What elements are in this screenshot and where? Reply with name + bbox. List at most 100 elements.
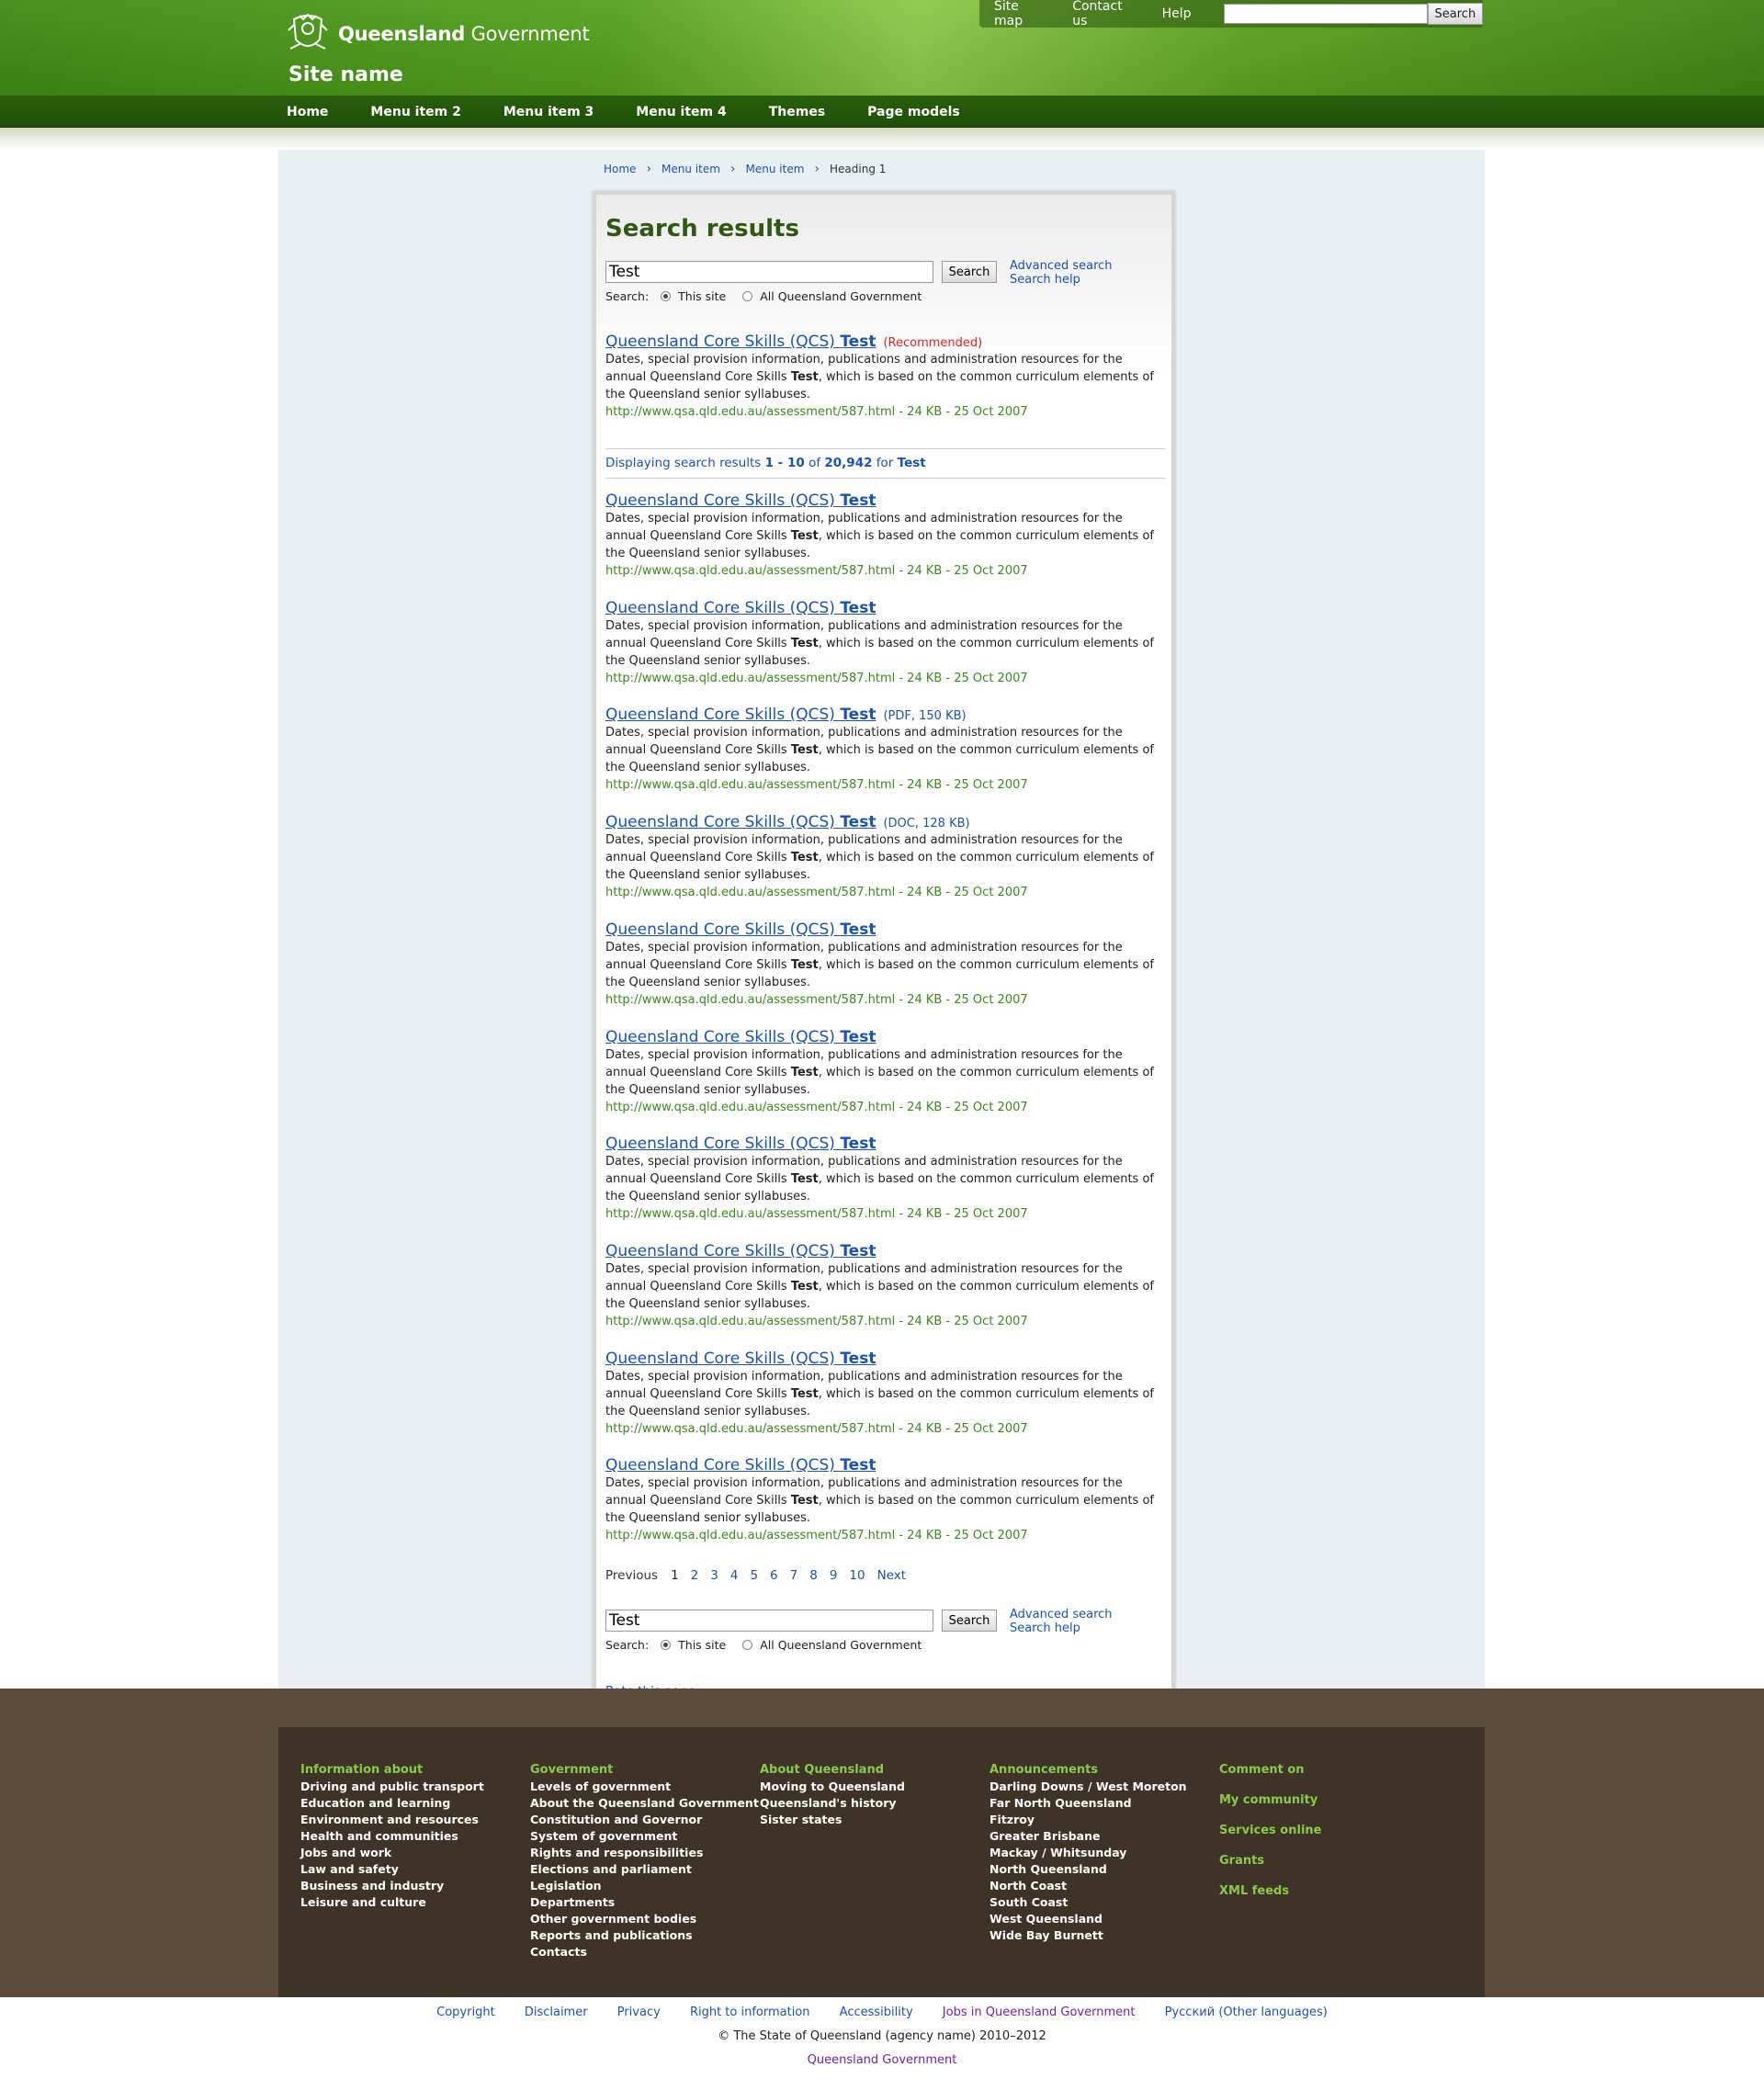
footer-link[interactable]: Queensland's history bbox=[760, 1795, 905, 1812]
footer-link[interactable]: Wide Bay Burnett bbox=[989, 1927, 1187, 1944]
pager-page-link[interactable]: 10 bbox=[849, 1568, 865, 1583]
result-title-link[interactable]: Queensland Core Skills (QCS) Test bbox=[605, 1028, 876, 1046]
radio-this-site[interactable] bbox=[661, 291, 672, 301]
nav-item-menu-3[interactable]: Menu item 3 bbox=[503, 105, 594, 119]
pager-next[interactable]: Next bbox=[877, 1568, 906, 1583]
copyright-link[interactable]: Copyright bbox=[436, 2005, 495, 2019]
advanced-search-link[interactable]: Advanced search bbox=[1010, 259, 1113, 273]
search-button-bottom[interactable]: Search bbox=[942, 1610, 997, 1632]
breadcrumb-home[interactable]: Home bbox=[604, 163, 636, 175]
radio-all-qld-gov[interactable] bbox=[742, 1640, 753, 1650]
nav-item-page-models[interactable]: Page models bbox=[867, 105, 960, 119]
pager-page-link[interactable]: 2 bbox=[691, 1568, 699, 1583]
footer-link[interactable]: Jobs and work bbox=[300, 1845, 484, 1861]
nav-item-home[interactable]: Home bbox=[287, 105, 328, 119]
footer-heading[interactable]: Information about bbox=[300, 1762, 484, 1779]
contact-us-link[interactable]: Contact us bbox=[1072, 0, 1138, 28]
footer-link[interactable]: Education and learning bbox=[300, 1795, 484, 1812]
header-search-input[interactable] bbox=[1223, 4, 1428, 24]
pager-page-link[interactable]: 3 bbox=[710, 1568, 718, 1583]
privacy-link[interactable]: Privacy bbox=[617, 2005, 661, 2019]
result-title-link[interactable]: Queensland Core Skills (QCS) Test bbox=[605, 1135, 876, 1153]
result-title-link[interactable]: Queensland Core Skills (QCS) Test bbox=[605, 921, 876, 939]
footer-link[interactable]: Rights and responsibilities bbox=[530, 1845, 759, 1861]
result-title-link[interactable]: Queensland Core Skills (QCS) Test bbox=[605, 1456, 876, 1474]
footer-link[interactable]: Greater Brisbane bbox=[989, 1828, 1187, 1845]
footer-link[interactable]: Sister states bbox=[760, 1812, 905, 1828]
footer-link[interactable]: Elections and parliament bbox=[530, 1861, 759, 1878]
footer-link[interactable]: Mackay / Whitsunday bbox=[989, 1845, 1187, 1861]
footer-link[interactable]: Health and communities bbox=[300, 1828, 484, 1845]
footer-link[interactable]: Reports and publications bbox=[530, 1927, 759, 1944]
result-title-link[interactable]: Queensland Core Skills (QCS) Test bbox=[605, 813, 876, 831]
footer-link[interactable]: Fitzroy bbox=[989, 1812, 1187, 1828]
other-languages-link[interactable]: Русский (Other languages) bbox=[1165, 2005, 1328, 2019]
footer-link[interactable]: About the Queensland Government bbox=[530, 1795, 759, 1812]
footer-link[interactable]: Darling Downs / West Moreton bbox=[989, 1779, 1187, 1795]
footer-link[interactable]: XML feeds bbox=[1219, 1883, 1321, 1900]
footer-link[interactable]: Far North Queensland bbox=[989, 1795, 1187, 1812]
footer-link[interactable]: Moving to Queensland bbox=[760, 1779, 905, 1795]
site-map-link[interactable]: Site map bbox=[994, 0, 1049, 28]
header-search-button[interactable]: Search bbox=[1427, 3, 1484, 25]
footer-link[interactable]: Leisure and culture bbox=[300, 1894, 484, 1911]
footer-link[interactable]: West Queensland bbox=[989, 1911, 1187, 1927]
result-title-link[interactable]: Queensland Core Skills (QCS) Test bbox=[605, 706, 876, 724]
footer-link[interactable]: Departments bbox=[530, 1894, 759, 1911]
result-title-link[interactable]: Queensland Core Skills (QCS) Test bbox=[605, 599, 876, 617]
footer-link[interactable]: Law and safety bbox=[300, 1861, 484, 1878]
pager-page-link[interactable]: 7 bbox=[790, 1568, 798, 1583]
nav-item-menu-4[interactable]: Menu item 4 bbox=[636, 105, 726, 119]
pager-page-link[interactable]: 8 bbox=[809, 1568, 818, 1583]
footer-link[interactable]: Contacts bbox=[530, 1944, 759, 1960]
footer-link[interactable]: Services online bbox=[1219, 1823, 1321, 1839]
pager-page-link[interactable]: 6 bbox=[770, 1568, 778, 1583]
result-title-link[interactable]: Queensland Core Skills (QCS) Test bbox=[605, 333, 876, 351]
qld-gov-logo[interactable]: Queensland Government bbox=[285, 12, 590, 56]
footer-link[interactable]: System of government bbox=[530, 1828, 759, 1845]
footer-link[interactable]: Environment and resources bbox=[300, 1812, 484, 1828]
search-help-link[interactable]: Search help bbox=[1010, 273, 1113, 287]
search-input[interactable] bbox=[605, 261, 933, 283]
radio-this-site[interactable] bbox=[661, 1640, 672, 1650]
footer-link[interactable]: Levels of government bbox=[530, 1779, 759, 1795]
jobs-link[interactable]: Jobs in Queensland Government bbox=[943, 2005, 1136, 2019]
result-title-link[interactable]: Queensland Core Skills (QCS) Test bbox=[605, 1350, 876, 1368]
search-input-bottom[interactable] bbox=[605, 1610, 933, 1632]
help-link[interactable]: Help bbox=[1162, 6, 1192, 21]
footer-link[interactable]: North Queensland bbox=[989, 1861, 1187, 1878]
result-title-link[interactable]: Queensland Core Skills (QCS) Test bbox=[605, 491, 876, 510]
nav-item-menu-2[interactable]: Menu item 2 bbox=[370, 105, 460, 119]
footer-link[interactable]: North Coast bbox=[989, 1878, 1187, 1894]
pager-page-link[interactable]: 4 bbox=[730, 1568, 739, 1583]
recommended-badge: (Recommended) bbox=[883, 336, 983, 350]
footer-link[interactable]: Legislation bbox=[530, 1878, 759, 1894]
radio-all-qld-gov[interactable] bbox=[742, 291, 753, 301]
pager-page-link[interactable]: 9 bbox=[830, 1568, 838, 1583]
results-summary: Displaying search results 1 - 10 of 20,9… bbox=[605, 448, 1166, 479]
breadcrumb-menu-item[interactable]: Menu item bbox=[662, 163, 720, 175]
accessibility-link[interactable]: Accessibility bbox=[840, 2005, 913, 2019]
footer-link[interactable]: Constitution and Governor bbox=[530, 1812, 759, 1828]
footer-heading[interactable]: Government bbox=[530, 1762, 759, 1779]
advanced-search-link[interactable]: Advanced search bbox=[1010, 1608, 1113, 1621]
pager-page-link[interactable]: 5 bbox=[750, 1568, 758, 1583]
right-to-information-link[interactable]: Right to information bbox=[690, 2005, 810, 2019]
result-title-link[interactable]: Queensland Core Skills (QCS) Test bbox=[605, 1242, 876, 1260]
breadcrumb-menu-item[interactable]: Menu item bbox=[746, 163, 805, 175]
footer-link[interactable]: Driving and public transport bbox=[300, 1779, 484, 1795]
site-name[interactable]: Site name bbox=[288, 63, 403, 86]
footer-heading[interactable]: Comment on bbox=[1219, 1762, 1321, 1779]
footer-link[interactable]: South Coast bbox=[989, 1894, 1187, 1911]
search-help-link[interactable]: Search help bbox=[1010, 1621, 1113, 1635]
footer-link[interactable]: My community bbox=[1219, 1792, 1321, 1809]
disclaimer-link[interactable]: Disclaimer bbox=[525, 2005, 588, 2019]
nav-item-themes[interactable]: Themes bbox=[769, 105, 825, 119]
footer-heading[interactable]: About Queensland bbox=[760, 1762, 905, 1779]
footer-link[interactable]: Other government bodies bbox=[530, 1911, 759, 1927]
search-button[interactable]: Search bbox=[942, 261, 997, 283]
qld-gov-link[interactable]: Queensland Government bbox=[0, 2053, 1764, 2067]
footer-link[interactable]: Business and industry bbox=[300, 1878, 484, 1894]
footer-link[interactable]: Grants bbox=[1219, 1853, 1321, 1870]
footer-heading[interactable]: Announcements bbox=[989, 1762, 1187, 1779]
